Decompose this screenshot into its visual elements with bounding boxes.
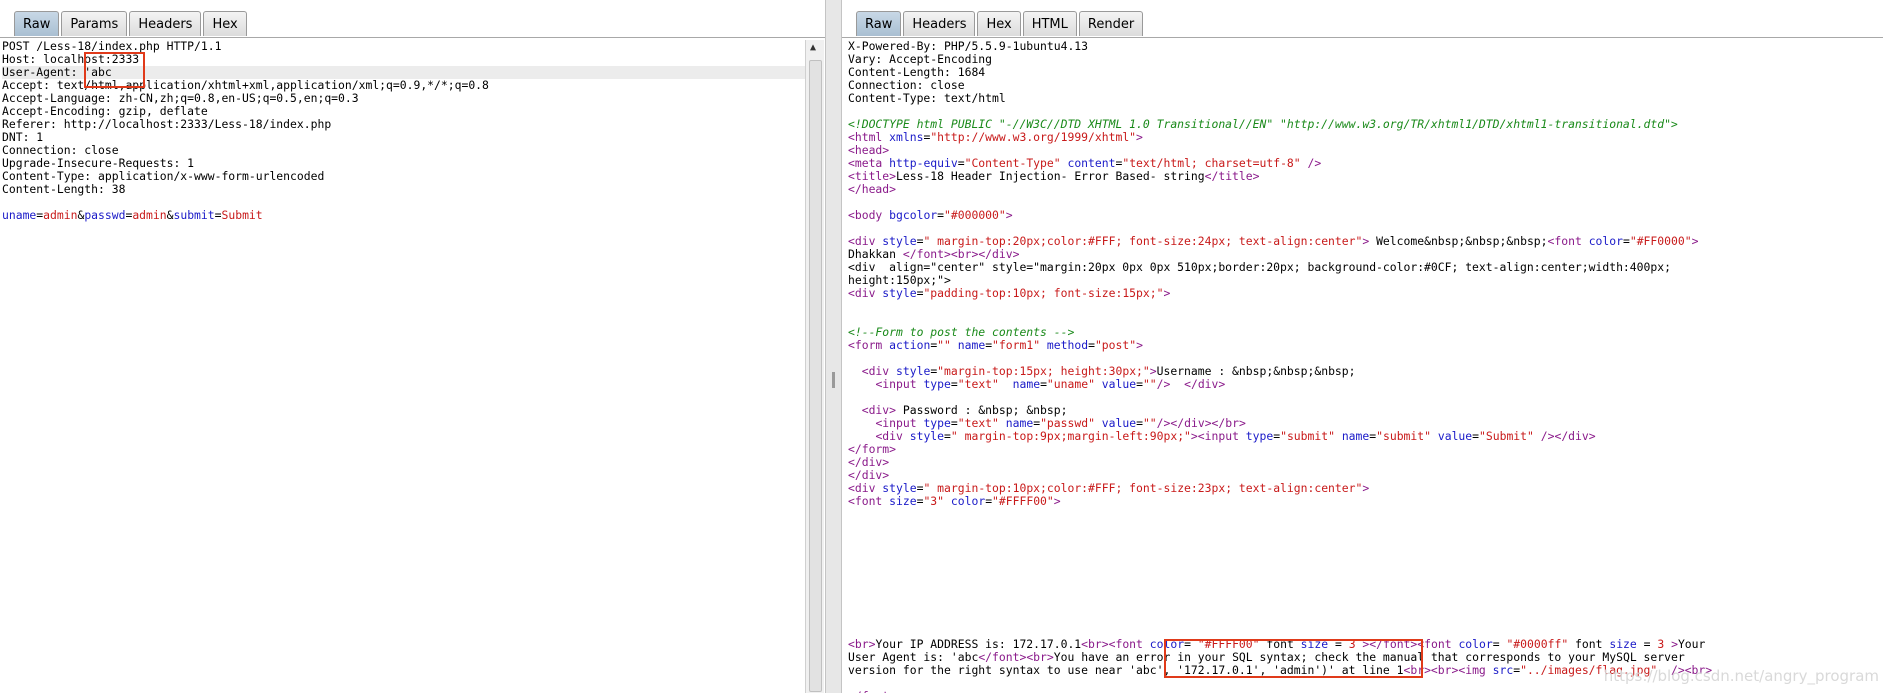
request-editor[interactable]: POST /Less-18/index.php HTTP/1.1 Host: lo… [2,40,805,693]
response-line: <form action="" name="form1" method="pos… [848,338,1143,352]
request-pane: Raw Params Headers Hex POST /Less-18/index.… [0,0,825,693]
response-tabs: Raw Headers Hex HTML Render [856,11,1145,36]
split-pane-divider[interactable] [825,0,842,693]
response-line: <input type="text" name="uname" value=""… [875,377,1226,391]
burp-repeater-window: Raw Params Headers Hex POST /Less-18/index.… [0,0,1883,693]
response-line: <font size="3" color="#FFFF00"> [848,494,1061,508]
request-tab-headers[interactable]: Headers [129,11,202,36]
tab-divider-line [0,37,825,38]
response-line: <div style=" margin-top:9px;margin-left:… [875,429,1596,443]
response-line: <title>Less-18 Header Injection- Error B… [848,169,1260,183]
highlight-box-sql-error [1164,639,1423,678]
response-line [848,560,1883,573]
scrollbar-thumb[interactable] [809,60,822,692]
response-line: <html xmlns="http://www.w3.org/1999/xhtm… [848,130,1143,144]
response-line: <body bgcolor="#000000"> [848,208,1013,222]
response-line [848,573,1883,586]
response-line: X-Powered-By: PHP/5.5.9-1ubuntu4.13 [848,39,1089,53]
request-tab-hex[interactable]: Hex [203,11,247,36]
request-line: DNT: 1 [2,130,44,144]
response-tab-headers[interactable]: Headers [903,11,976,36]
response-line [848,534,1883,547]
response-line: </form> [848,442,897,456]
response-line: </div> [848,455,890,469]
scroll-up-arrow-icon[interactable]: ▲ [810,43,816,53]
response-line: </head> [848,182,897,196]
response-line: Content-Length: 1684 [848,65,986,79]
response-line: Content-Type: text/html [848,91,1006,105]
response-line [848,300,1883,313]
highlight-box-user-agent [84,52,145,88]
response-line [848,599,1883,612]
watermark-text: https://blog.csdn.net/angry_program [1603,667,1879,685]
response-line [848,508,1883,521]
request-scrollbar[interactable]: ▲ [805,40,824,693]
response-line: <div style="padding-top:10px; font-size:… [848,286,1171,300]
request-line: Referer: http://localhost:2333/Less-18/i… [2,117,332,131]
response-line: <div align="center" style="margin:20px 0… [848,260,1671,274]
divider-grip-icon[interactable] [832,372,835,388]
response-pane: Raw Headers Hex HTML Render X-Powered-By: PH… [842,0,1883,693]
request-line: uname=admin&passwd=admin&submit=Submit [2,208,263,222]
response-line [848,612,1883,625]
response-tab-raw[interactable]: Raw [856,11,902,36]
request-tab-bar: Raw Params Headers Hex [0,0,825,38]
response-tab-render[interactable]: Render [1078,11,1144,36]
response-line [848,586,1883,599]
response-editor[interactable]: X-Powered-By: PHP/5.5.9-1ubuntu4.13 Vary:… [848,40,1883,693]
tab-divider-line [842,37,1883,38]
response-line: Vary: Accept-Encoding [848,52,993,66]
response-tab-bar: Raw Headers Hex HTML Render [842,0,1883,38]
request-line: Content-Length: 38 [2,182,126,196]
response-tab-hex[interactable]: Hex [977,11,1021,36]
response-line [848,547,1883,560]
request-tab-raw[interactable]: Raw [14,11,60,36]
response-tab-html[interactable]: HTML [1022,11,1077,36]
request-tabs: Raw Params Headers Hex [14,11,249,36]
response-line [848,521,1883,534]
request-tab-params[interactable]: Params [61,11,128,36]
